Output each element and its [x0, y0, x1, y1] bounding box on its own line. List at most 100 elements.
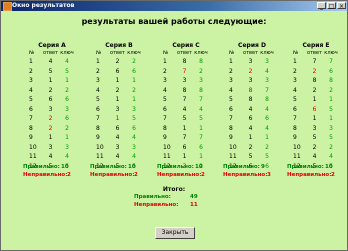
row-key: 1 — [199, 153, 203, 160]
row-answer: 3 — [312, 124, 317, 132]
row-answer: 4 — [115, 153, 120, 160]
row-key: 1 — [132, 96, 136, 103]
row-key: 1 — [132, 77, 136, 84]
row-answer: 5 — [248, 153, 253, 160]
series-column: Серия D № ответ ключ 1 3 3 2 2 4 3 3 3 4… — [229, 42, 275, 171]
col-num-header: № — [293, 50, 299, 56]
row-key: 6 — [132, 67, 136, 75]
table-row: 5 7 7 — [163, 95, 209, 105]
table-row: 1 8 8 — [163, 57, 209, 67]
row-num: 4 — [96, 86, 100, 94]
series-column: Серия E № ответ ключ 1 7 7 2 2 6 3 8 8 4… — [293, 42, 339, 171]
row-answer: 2 — [248, 67, 253, 75]
row-num: 6 — [29, 105, 33, 113]
table-row: 6 3 3 — [96, 105, 142, 115]
table-row: 3 1 1 — [96, 76, 142, 86]
row-answer: 8 — [312, 77, 317, 84]
table-row: 10 3 3 — [96, 143, 142, 153]
row-num: 2 — [29, 67, 33, 75]
title-bar[interactable]: Окно результатов _ □ × — [1, 1, 347, 11]
results-window: Окно результатов _ □ × результаты вашей … — [0, 0, 348, 251]
maximize-icon[interactable]: □ — [327, 2, 336, 10]
row-num: 10 — [29, 143, 37, 151]
row-num: 1 — [229, 58, 233, 65]
series-title: Серия C — [172, 42, 200, 49]
row-num: 1 — [96, 58, 100, 65]
table-row: 11 4 4 — [96, 152, 142, 162]
row-answer: 1 — [312, 115, 317, 122]
row-num: 8 — [96, 124, 100, 132]
row-key: 6 — [265, 115, 269, 122]
correct-label: Правильно: — [287, 164, 324, 170]
row-answer: 6 — [182, 143, 187, 151]
col-num-header: № — [163, 50, 169, 56]
minimize-icon[interactable]: _ — [317, 2, 326, 10]
row-key: 2 — [132, 58, 136, 65]
incorrect-value: 3 — [267, 172, 271, 178]
total-incorrect-value: 11 — [190, 202, 198, 208]
row-num: 3 — [29, 77, 33, 84]
table-row: 1 3 3 — [229, 57, 275, 67]
row-answer: 3 — [248, 77, 253, 84]
correct-value: 10 — [128, 164, 136, 170]
col-key-header: ключ — [324, 50, 338, 56]
row-key: 2 — [329, 86, 333, 94]
row-answer: 4 — [48, 58, 53, 65]
row-num: 7 — [163, 115, 167, 122]
close-icon[interactable]: × — [337, 2, 346, 10]
row-key: 1 — [65, 77, 69, 84]
row-key: 4 — [329, 153, 333, 160]
row-answer: 1 — [115, 96, 120, 103]
correct-label: Правильно: — [223, 164, 260, 170]
row-key: 2 — [65, 86, 69, 94]
row-num: 8 — [163, 124, 167, 132]
row-key: 8 — [329, 77, 333, 84]
row-num: 1 — [29, 58, 33, 65]
table-row: 10 2 2 — [293, 143, 339, 153]
correct-value: 10 — [325, 164, 333, 170]
col-answer-header: ответ — [177, 50, 192, 56]
table-row: 10 6 6 — [163, 143, 209, 153]
incorrect-label: Неправильно: — [90, 172, 135, 178]
table-row: 6 3 3 — [29, 105, 75, 115]
row-answer: 1 — [48, 77, 53, 84]
table-row: 9 4 4 — [96, 133, 142, 143]
row-key: 1 — [329, 115, 333, 122]
row-key: 8 — [199, 86, 203, 94]
row-key: 5 — [65, 67, 69, 75]
row-key: 4 — [199, 105, 203, 113]
row-key: 1 — [65, 134, 69, 141]
row-key: 3 — [132, 105, 136, 113]
table-row: 8 1 1 — [163, 124, 209, 134]
table-row: 11 4 4 — [293, 152, 339, 162]
table-row: 3 8 8 — [293, 76, 339, 86]
row-key: 5 — [265, 153, 269, 160]
incorrect-label: Неправильно: — [23, 172, 68, 178]
incorrect-label: Неправильно: — [287, 172, 332, 178]
table-row: 7 2 6 — [29, 114, 75, 124]
row-answer: 1 — [312, 96, 317, 103]
col-key-header: ключ — [194, 50, 208, 56]
correct-label: Правильно: — [157, 164, 194, 170]
incorrect-value: 2 — [331, 172, 335, 178]
row-num: 6 — [163, 105, 167, 113]
correct-value: 10 — [61, 164, 69, 170]
table-row: 6 4 4 — [163, 105, 209, 115]
row-key: 8 — [199, 58, 203, 65]
col-answer-header: ответ — [243, 50, 258, 56]
row-answer: 3 — [48, 105, 53, 113]
series-title: Серия A — [38, 42, 66, 49]
table-row: 2 6 6 — [96, 67, 142, 77]
close-button[interactable]: Закрыть — [155, 227, 195, 239]
row-key: 4 — [265, 124, 269, 132]
row-key: 4 — [265, 105, 269, 113]
row-answer: 1 — [115, 77, 120, 84]
row-answer: 1 — [248, 134, 253, 141]
total-correct-label: Правильно: — [134, 194, 171, 200]
row-answer: 8 — [248, 96, 253, 103]
row-key: 5 — [329, 105, 333, 113]
row-num: 10 — [229, 143, 237, 151]
row-key: 7 — [329, 58, 333, 65]
row-key: 5 — [132, 115, 136, 122]
table-row: 3 3 3 — [163, 76, 209, 86]
